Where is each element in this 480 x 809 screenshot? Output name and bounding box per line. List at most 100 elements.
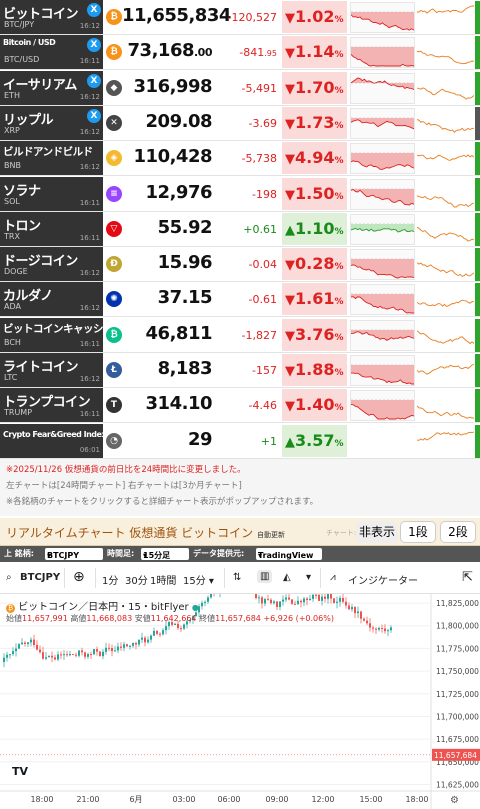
timeframe-label: 時間足:	[107, 549, 135, 558]
popout-icon[interactable]: ⇱	[462, 570, 473, 585]
hide-button[interactable]: 非表示	[356, 521, 398, 543]
chart-24h[interactable]	[350, 319, 415, 351]
price-row[interactable]: ドージコイン DOGE 16:12 Ð 15.96 -0.04 ▼0.28%	[0, 247, 480, 283]
x-share-icon[interactable]: X	[87, 73, 101, 88]
chart-24h[interactable]	[350, 72, 415, 104]
x-share-icon[interactable]: X	[87, 108, 101, 123]
name-cell[interactable]: ビットコインキャッシュ BCH 16:11	[0, 317, 114, 352]
price-row[interactable]: Bitcoin / USD BTC/USD 16:11 X ₿ 73,168.00 -841…	[0, 35, 480, 71]
time-axis-label: 12:00	[311, 795, 334, 804]
candle-body	[75, 654, 77, 656]
percent-change: ▼1.40%	[282, 389, 347, 422]
coin-icon: ₿	[106, 9, 122, 25]
candles-icon[interactable]: ▥	[257, 570, 273, 583]
candle-body	[105, 647, 107, 652]
sort-icon[interactable]: ⇅	[233, 572, 241, 583]
chart-24h[interactable]	[350, 37, 415, 69]
symbol-select[interactable]: BTCJPY ▾	[45, 548, 103, 560]
price-row[interactable]: ソラナ SOL 16:11 ≡ 12,976 -198 ▼1.50%	[0, 176, 480, 212]
price-row[interactable]: トロン TRX 16:11 ▽ 55.92 +0.61 ▲1.10%	[0, 211, 480, 247]
provider-select[interactable]: TradingView ▾	[256, 548, 322, 560]
name-cell[interactable]: ソラナ SOL 16:11	[0, 176, 103, 211]
chart-24h[interactable]	[350, 284, 415, 316]
name-cell[interactable]: Bitcoin / USD BTC/USD 16:11 X	[0, 35, 103, 70]
chart-3m[interactable]	[417, 390, 474, 422]
interval-30m[interactable]: 30分	[125, 572, 148, 587]
price-row[interactable]: トランプコイン TRUMP 16:11 T 314.10 -4.46 ▼1.40%	[0, 388, 480, 424]
chart-3m[interactable]	[417, 37, 474, 69]
price-row[interactable]: ライトコイン LTC 16:12 Ł 8,183 -157 ▼1.88%	[0, 353, 480, 388]
gear-icon[interactable]: ⚙	[450, 795, 459, 806]
chart-3m[interactable]	[417, 425, 474, 457]
candle-body	[150, 635, 152, 640]
candle-body	[102, 651, 104, 657]
name-cell[interactable]: イーサリアム ETH 16:12 X	[0, 70, 103, 105]
x-share-icon[interactable]: X	[87, 38, 101, 53]
realtime-chart[interactable]: 11,825,000 11,800,000 11,775,000 11,750,000…	[0, 594, 480, 809]
chart-24h[interactable]	[350, 178, 415, 210]
chart-3m[interactable]	[417, 213, 474, 245]
chart-24h[interactable]	[350, 355, 415, 386]
two-row-button[interactable]: 2段	[440, 521, 476, 543]
name-cell[interactable]: カルダノ ADA 16:12	[0, 282, 103, 317]
symbol-label: 上 銘柄:	[4, 549, 34, 558]
candle-body	[129, 645, 131, 647]
percent-change: ▼3.76%	[282, 318, 347, 351]
chart-24h[interactable]	[350, 143, 415, 175]
price-row[interactable]: ビットコイン BTC/JPY 16:12 X ₿ 11,655,834 -120,527 ▼1…	[0, 0, 480, 35]
candle-body	[372, 627, 374, 629]
chevron-down-icon[interactable]: ▾	[306, 572, 311, 583]
name-cell[interactable]: Crypto Fear&Greed Index 06:01	[0, 423, 107, 458]
chart-3m[interactable]	[417, 249, 474, 281]
candle-body	[327, 594, 329, 599]
price-value: 8,183	[157, 358, 213, 379]
price-row[interactable]: カルダノ ADA 16:12 ✺ 37.15 -0.61 ▼1.61%	[0, 282, 480, 318]
toolbar-symbol[interactable]: BTCJPY	[20, 572, 60, 583]
name-cell[interactable]: ライトコイン LTC 16:12	[0, 353, 103, 387]
name-cell[interactable]: トランプコイン TRUMP 16:11	[0, 388, 103, 423]
chart-24h[interactable]	[350, 2, 415, 33]
chart-3m[interactable]	[417, 178, 474, 210]
candle-body	[24, 642, 26, 644]
name-cell[interactable]: トロン TRX 16:11	[0, 211, 103, 246]
price-row[interactable]: ビルドアンドビルド BNB 16:12 ◈ 110,428 -5,738 ▼4.94%	[0, 141, 480, 177]
price-row[interactable]: Crypto Fear&Greed Index 06:01 ◔ 29 +1 ▲3.57%	[0, 423, 480, 459]
price-row[interactable]: リップル XRP 16:12 X ✕ 209.08 -3.69 ▼1.73%	[0, 105, 480, 141]
chart-3m[interactable]	[417, 355, 474, 386]
interval-1h[interactable]: 1時間	[150, 572, 176, 587]
percent-change: ▼1.88%	[282, 354, 347, 386]
price-row[interactable]: ビットコインキャッシュ BCH 16:11 ₿ 46,811 -1,827 ▼3.76%	[0, 317, 480, 353]
area-chart-icon[interactable]: ◭	[283, 572, 291, 583]
interval-1m[interactable]: 1分	[102, 572, 118, 587]
name-cell[interactable]: ドージコイン DOGE 16:12	[0, 247, 103, 282]
search-icon[interactable]: ⌕	[6, 572, 12, 583]
candle-body	[282, 599, 284, 602]
price-value: 73,168.00	[127, 40, 213, 62]
chart-24h[interactable]	[350, 213, 415, 245]
chart-24h[interactable]	[350, 107, 415, 139]
sparkline	[417, 330, 474, 344]
chart-24h[interactable]	[350, 249, 415, 281]
name-cell[interactable]: リップル XRP 16:12 X	[0, 105, 103, 140]
chart-3m[interactable]	[417, 143, 474, 175]
chart-3m[interactable]	[417, 107, 474, 139]
x-share-icon[interactable]: X	[87, 3, 101, 17]
name-cell[interactable]: ビルドアンドビルド BNB 16:12	[0, 141, 103, 176]
name-cell[interactable]: ビットコイン BTC/JPY 16:12 X	[0, 0, 103, 34]
one-row-button[interactable]: 1段	[400, 521, 436, 543]
compare-icon[interactable]: ⊕	[73, 569, 85, 585]
chart-24h[interactable]	[350, 390, 415, 422]
indicators-button[interactable]: インジケーター	[348, 572, 418, 587]
chart-3m[interactable]	[417, 319, 474, 351]
price-axis-label: 11,775,000	[436, 644, 479, 653]
indicator-icon[interactable]: ⩘	[330, 572, 336, 583]
chart-3m[interactable]	[417, 2, 474, 33]
price-row[interactable]: イーサリアム ETH 16:12 X ◆ 316,998 -5,491 ▼1.70%	[0, 70, 480, 106]
candle-body	[258, 597, 260, 599]
chart-3m[interactable]	[417, 72, 474, 104]
timeframe-select[interactable]: 15分足 ▾	[141, 548, 189, 560]
interval-15m[interactable]: 15分 ▾	[183, 572, 214, 587]
chart-3m[interactable]	[417, 284, 474, 316]
candle-body	[36, 644, 38, 650]
candle-body	[384, 628, 386, 632]
